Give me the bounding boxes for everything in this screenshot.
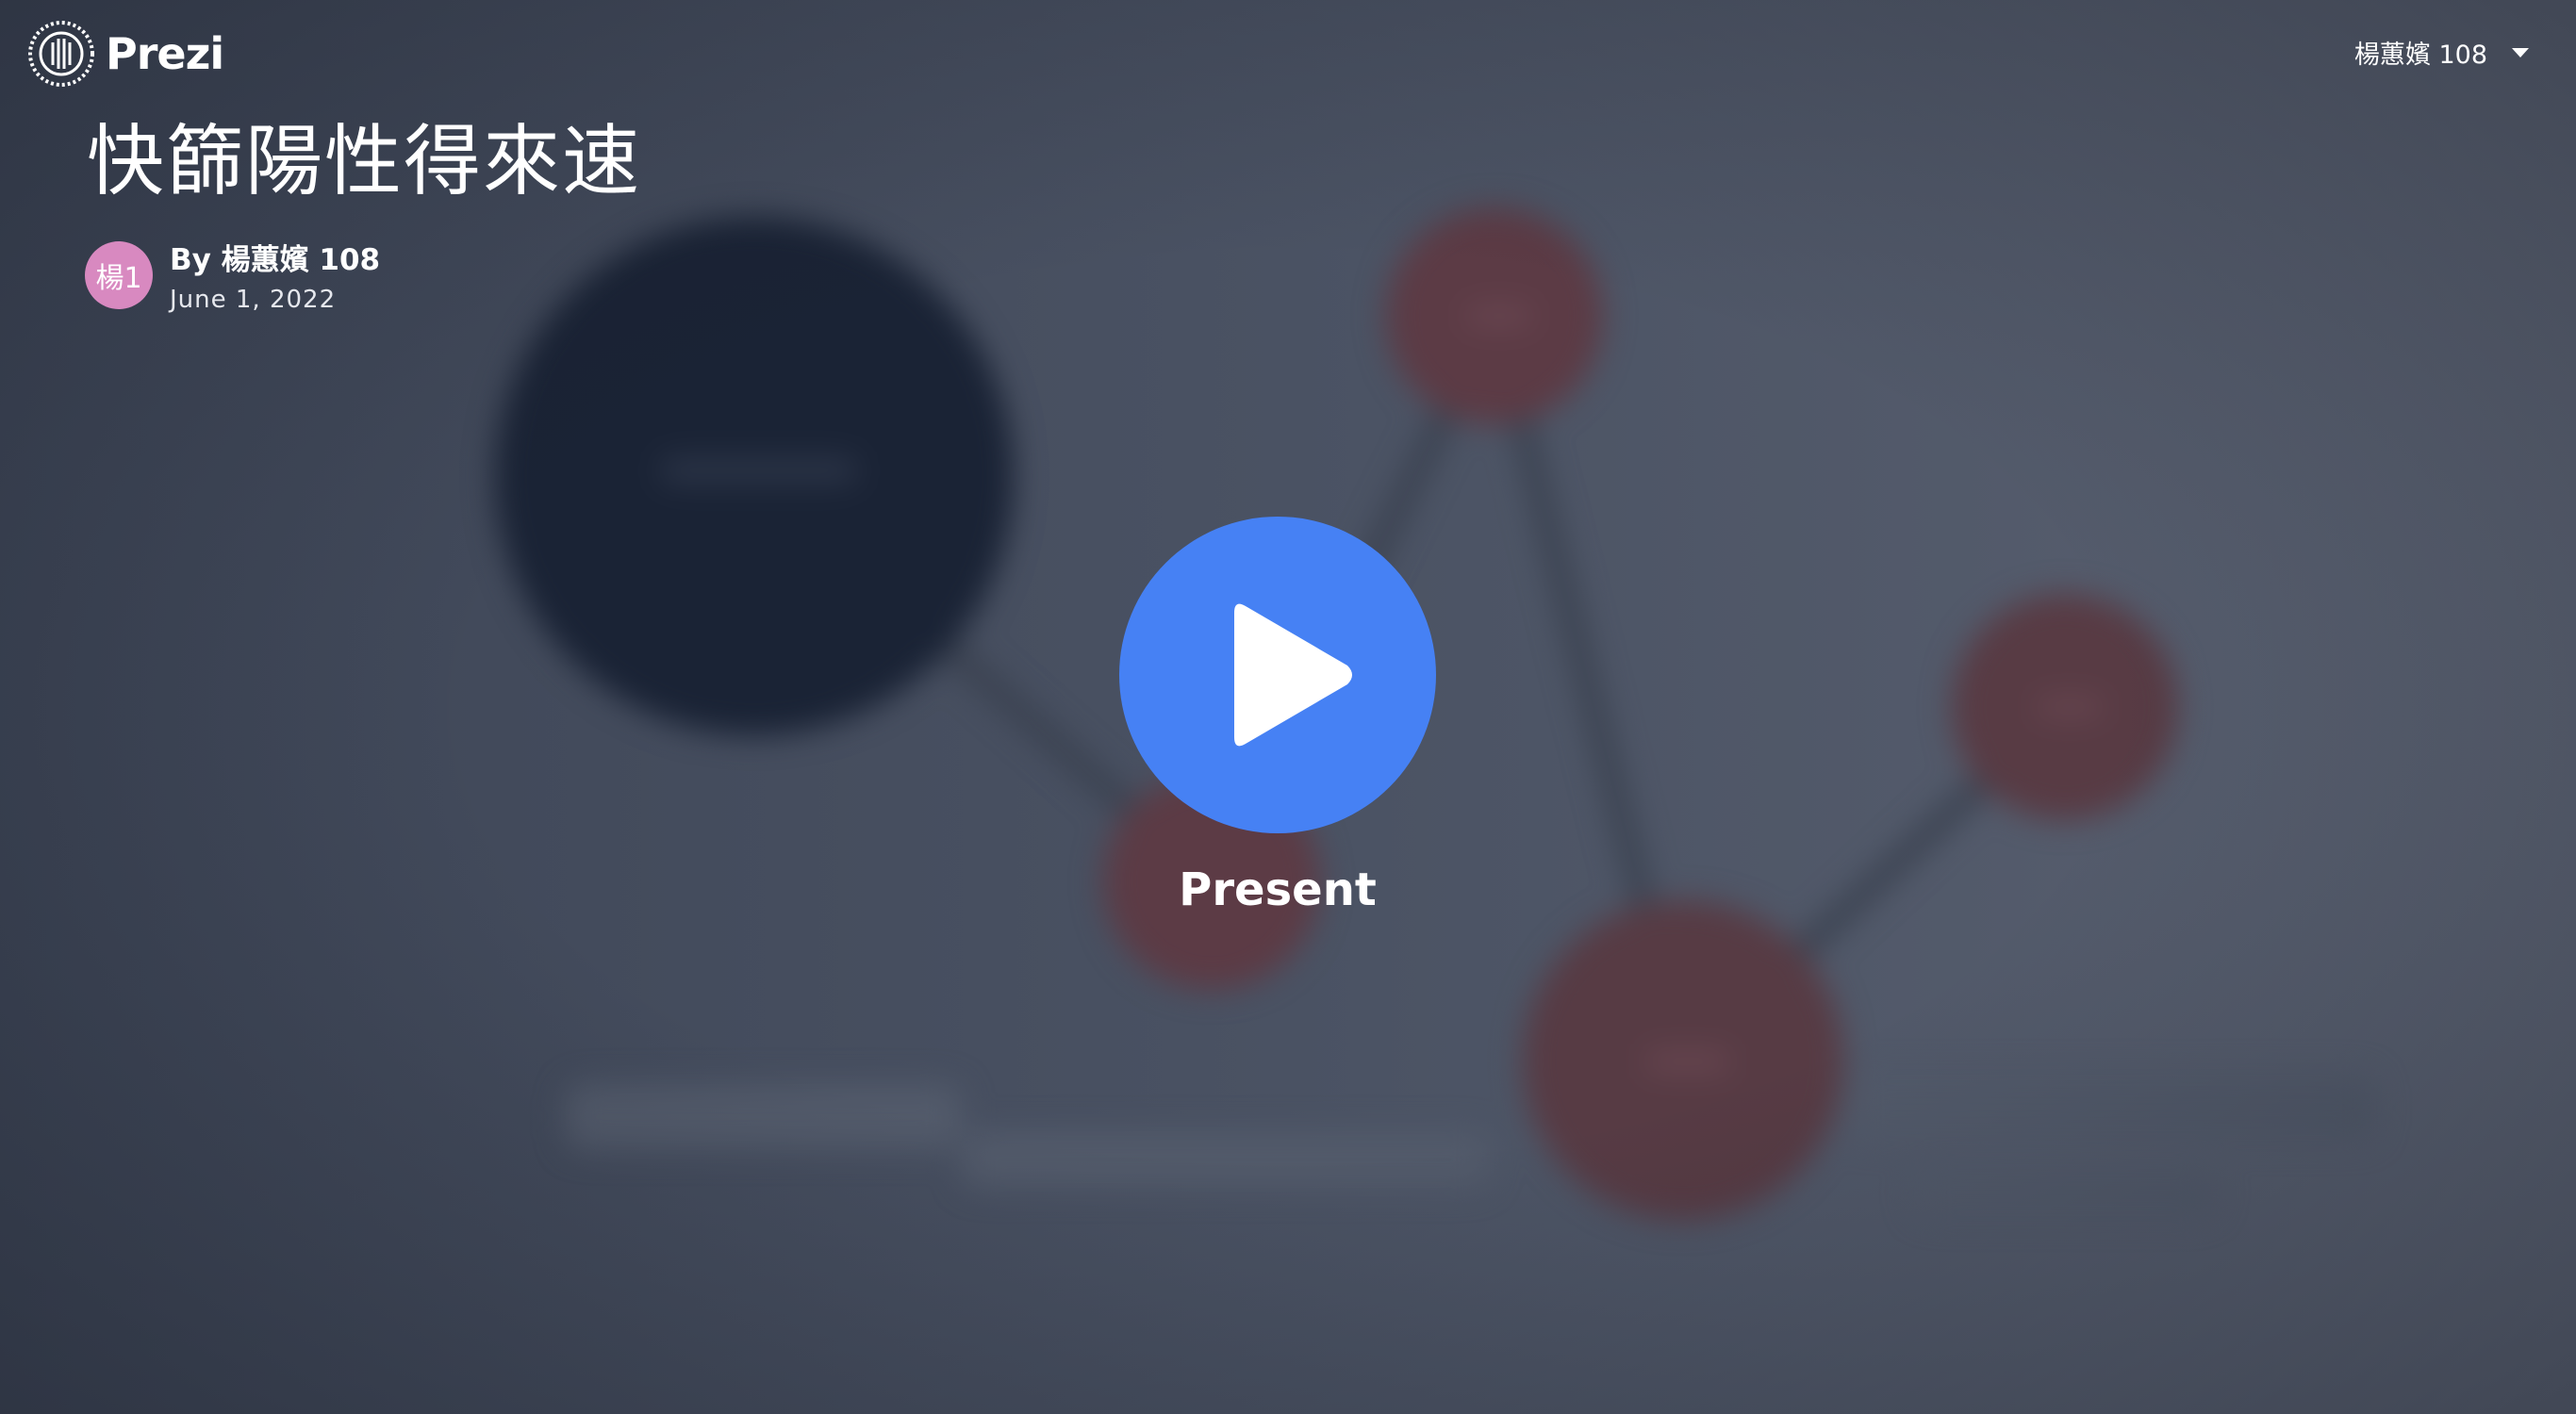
play-button-circle[interactable] — [1119, 517, 1436, 833]
prezi-brand-name: Prezi — [106, 28, 224, 79]
author-info: 楊1 By 楊蕙嬪 108 June 1, 2022 — [85, 236, 380, 314]
author-meta: By 楊蕙嬪 108 June 1, 2022 — [170, 236, 380, 314]
present-button[interactable]: Present — [1119, 517, 1436, 916]
presentation-title: 快篩陽性得來速 — [87, 117, 642, 206]
present-label[interactable]: Present — [1179, 863, 1377, 916]
user-name: 楊蕙嬪 108 — [2353, 41, 2487, 70]
prezi-logo-icon — [28, 21, 94, 87]
play-icon — [1234, 603, 1352, 747]
presentation-preview: Prezi 楊蕙嬪 108 快篩陽性得來速 楊1 By 楊蕙嬪 108 June… — [0, 0, 2576, 1414]
user-account-menu[interactable]: 楊蕙嬪 108 — [2354, 34, 2529, 71]
author-byline: By 楊蕙嬪 108 — [170, 243, 381, 277]
presentation-date: June 1, 2022 — [170, 286, 337, 314]
avatar[interactable]: 楊1 — [85, 240, 153, 309]
chevron-down-icon — [2512, 47, 2529, 58]
prezi-logo[interactable]: Prezi — [26, 19, 224, 89]
